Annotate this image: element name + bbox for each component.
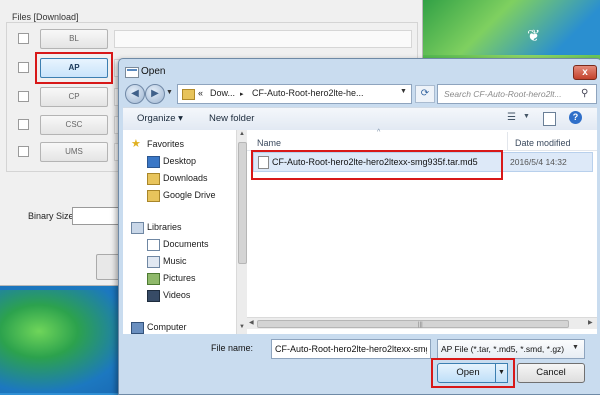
ums-button[interactable]: UMS	[40, 142, 108, 162]
nav-pictures[interactable]: Pictures	[123, 272, 233, 286]
bird-icon: ❦	[527, 28, 541, 45]
nav-music-label: Music	[163, 256, 187, 266]
file-type-select[interactable]: AP File (*.tar, *.md5, *.smd, *.gz) ▼	[437, 339, 585, 359]
nav-downloads[interactable]: Downloads	[123, 172, 233, 186]
csc-button[interactable]: CSC	[40, 115, 108, 135]
grip-icon: |||	[418, 322, 423, 328]
ums-checkbox[interactable]	[18, 146, 29, 157]
file-name-label: File name:	[211, 343, 254, 353]
file-name-input[interactable]: CF-Auto-Root-hero2lte-hero2ltexx-smg935f…	[271, 339, 431, 359]
pictures-icon	[147, 273, 160, 285]
command-toolbar: Organize ▾ New folder ☰ ▼ ?	[123, 107, 597, 131]
bl-path-field	[114, 30, 412, 48]
cp-button[interactable]: CP	[40, 87, 108, 107]
horizontal-scrollbar[interactable]: ◀ ||| ▶	[247, 317, 597, 329]
search-input[interactable]: Search CF-Auto-Root-hero2lt... ⚲	[437, 84, 597, 104]
navigation-scrollbar[interactable]: ▲ ▼	[236, 130, 247, 334]
cancel-button[interactable]: Cancel	[517, 363, 585, 383]
organize-button[interactable]: Organize ▾	[137, 113, 183, 124]
chevron-down-icon[interactable]: ▼	[572, 344, 579, 351]
column-name[interactable]: Name	[257, 138, 281, 148]
dialog-title: Open	[141, 66, 166, 77]
file-highlight-box	[251, 150, 503, 180]
navigation-pane: ★ Favorites Desktop Downloads Google Dri…	[123, 130, 237, 334]
scroll-up-icon[interactable]: ▲	[239, 131, 245, 137]
nav-desktop-label: Desktop	[163, 156, 197, 166]
forward-button[interactable]: ▶	[145, 84, 165, 104]
bl-checkbox[interactable]	[18, 33, 29, 44]
file-date: 2016/5/4 14:32	[510, 157, 567, 167]
desktop-wallpaper-bottom	[0, 290, 130, 393]
nav-favorites[interactable]: ★ Favorites	[123, 138, 233, 152]
downloads-folder-icon	[147, 173, 160, 185]
nav-pictures-label: Pictures	[163, 273, 196, 283]
preview-pane-icon[interactable]	[543, 112, 556, 126]
search-icon: ⚲	[581, 88, 589, 99]
cp-checkbox[interactable]	[18, 91, 29, 102]
open-dialog: Open x ◀ ▶ ▼ « Dow... ▸ CF-Auto-Root-her…	[118, 58, 600, 395]
address-dropdown-icon[interactable]: ▼	[400, 88, 407, 95]
desktop-wallpaper-top	[420, 0, 600, 55]
nav-favorites-label: Favorites	[147, 139, 185, 149]
nav-libraries-label: Libraries	[147, 222, 182, 232]
open-highlight-box	[431, 358, 515, 388]
ap-checkbox[interactable]	[18, 62, 29, 73]
nav-videos-label: Videos	[163, 290, 191, 300]
nav-downloads-label: Downloads	[163, 173, 208, 183]
address-chevrons[interactable]: «	[198, 88, 203, 98]
search-placeholder: Search CF-Auto-Root-hero2lt...	[444, 89, 562, 99]
refresh-icon[interactable]: ⟳	[415, 85, 435, 103]
nav-google-drive[interactable]: Google Drive	[123, 189, 233, 203]
libraries-icon	[131, 222, 144, 234]
nav-google-drive-label: Google Drive	[163, 190, 216, 200]
nav-documents-label: Documents	[163, 239, 209, 249]
close-button[interactable]: x	[573, 65, 597, 80]
nav-libraries[interactable]: Libraries	[123, 221, 233, 235]
navigation-scroll-thumb[interactable]	[238, 142, 247, 264]
binary-size-field	[72, 207, 122, 225]
scroll-right-icon[interactable]: ▶	[588, 319, 593, 326]
google-drive-folder-icon	[147, 190, 160, 202]
computer-icon	[131, 322, 144, 334]
dialog-title-bar: Open x	[119, 59, 600, 85]
file-type-value: AP File (*.tar, *.md5, *.smd, *.gz)	[441, 344, 565, 354]
column-divider[interactable]	[507, 132, 508, 150]
scroll-down-icon[interactable]: ▼	[239, 324, 245, 330]
column-date-modified[interactable]: Date modified	[515, 138, 571, 148]
documents-icon	[147, 239, 160, 251]
help-icon[interactable]: ?	[569, 111, 582, 124]
horizontal-scroll-thumb[interactable]: |||	[257, 320, 569, 328]
nav-videos[interactable]: Videos	[123, 289, 233, 303]
nav-documents[interactable]: Documents	[123, 238, 233, 252]
csc-checkbox[interactable]	[18, 119, 29, 130]
nav-music[interactable]: Music	[123, 255, 233, 269]
nav-computer-label: Computer	[147, 322, 187, 332]
view-dropdown-icon[interactable]: ▼	[523, 113, 530, 120]
star-icon: ★	[131, 138, 141, 150]
address-segment-folder[interactable]: CF-Auto-Root-hero2lte-he...	[252, 88, 364, 98]
address-segment-downloads[interactable]: Dow...	[210, 88, 235, 98]
address-separator[interactable]: ▸	[240, 90, 244, 98]
ap-highlight-box	[35, 52, 113, 84]
recent-locations-dropdown-icon[interactable]: ▼	[166, 89, 173, 96]
navigation-row: ◀ ▶ ▼ « Dow... ▸ CF-Auto-Root-hero2lte-h…	[119, 83, 600, 105]
new-folder-button[interactable]: New folder	[209, 113, 254, 124]
files-download-label: Files [Download]	[12, 12, 79, 22]
sort-ascending-icon: ^	[377, 129, 381, 136]
view-options-icon[interactable]: ☰	[507, 113, 519, 123]
folder-icon	[182, 89, 195, 100]
file-name-value: CF-Auto-Root-hero2lte-hero2ltexx-smg935f…	[275, 344, 427, 354]
videos-icon	[147, 290, 160, 302]
nav-desktop[interactable]: Desktop	[123, 155, 233, 169]
binary-size-label: Binary Size	[28, 211, 74, 221]
scroll-left-icon[interactable]: ◀	[249, 319, 254, 326]
music-icon	[147, 256, 160, 268]
window-icon	[125, 67, 139, 78]
bl-button[interactable]: BL	[40, 29, 108, 49]
nav-computer[interactable]: Computer	[123, 321, 233, 335]
address-bar[interactable]: « Dow... ▸ CF-Auto-Root-hero2lte-he... ▼	[177, 84, 412, 104]
column-header-row: ^ Name Date modified	[247, 129, 597, 151]
back-button[interactable]: ◀	[125, 84, 145, 104]
desktop-icon	[147, 156, 160, 168]
